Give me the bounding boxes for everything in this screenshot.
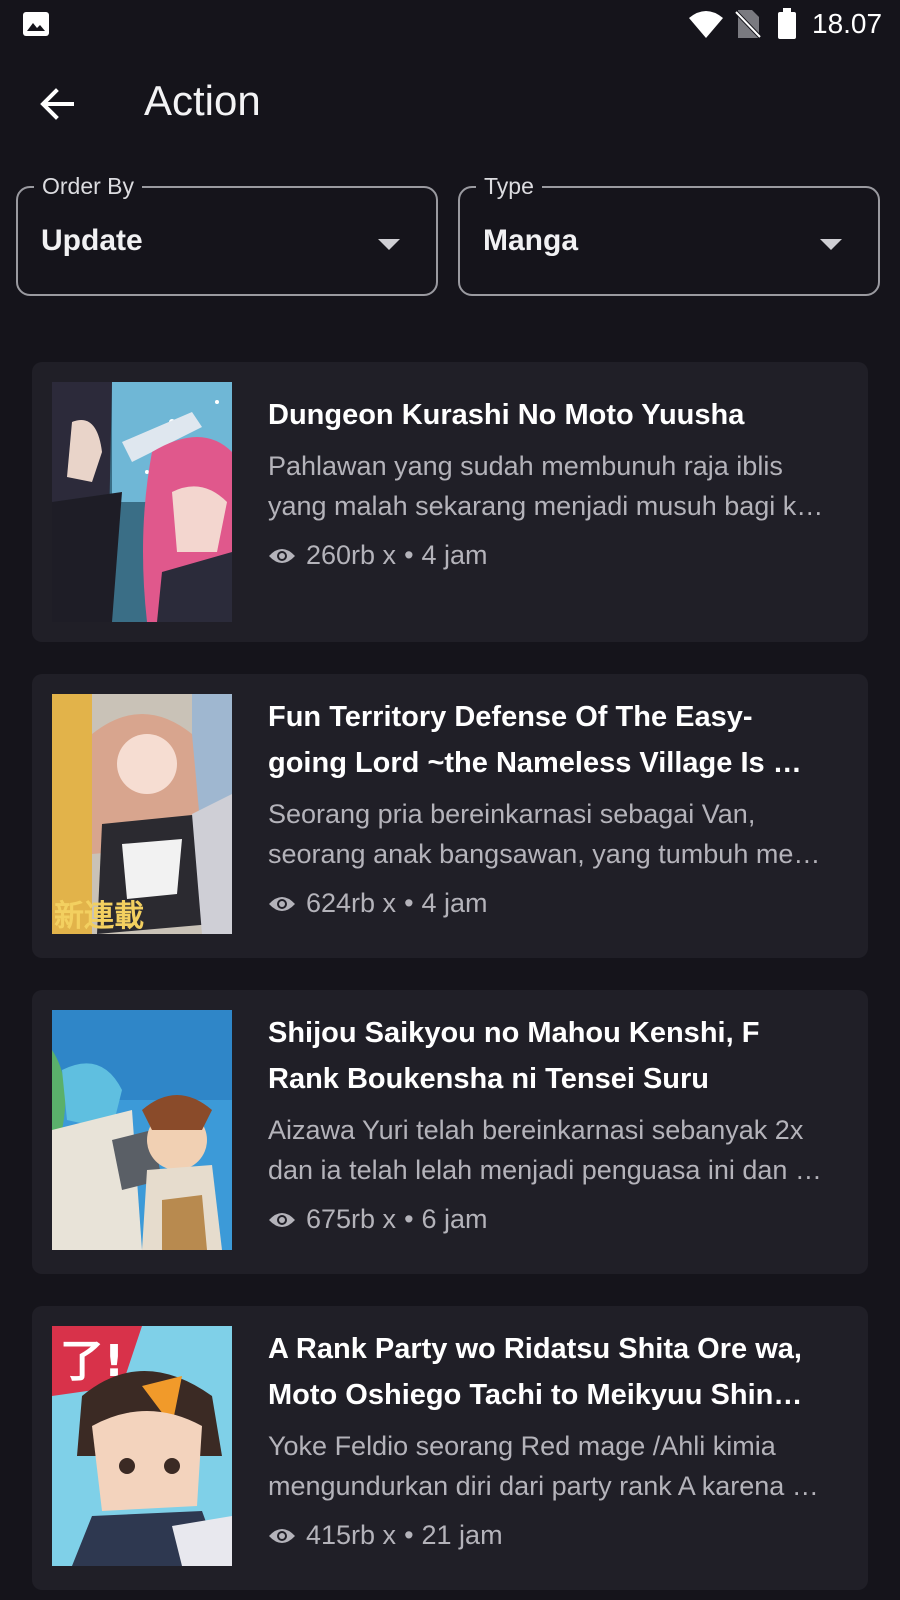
- list-item[interactable]: 新連載 Fun Territory Defense Of The Easy- g…: [32, 674, 868, 958]
- order-by-select[interactable]: Order By Update: [16, 173, 438, 296]
- item-title: Dungeon Kurashi No Moto Yuusha: [268, 399, 745, 431]
- updated-time: 21 jam: [421, 1520, 503, 1550]
- page-title: Action: [144, 77, 261, 124]
- arrow-left-icon: [38, 86, 74, 127]
- separator-dot: •: [404, 1204, 414, 1234]
- item-description: Seorang pria bereinkarnasi sebagai Van, …: [268, 799, 821, 869]
- back-button[interactable]: [28, 78, 84, 134]
- item-description: Aizawa Yuri telah bereinkarnasi sebanyak…: [268, 1115, 822, 1185]
- separator-dot: •: [404, 888, 414, 918]
- view-count: 260rb x: [306, 540, 397, 570]
- status-time: 18.07: [812, 8, 883, 39]
- wifi-icon: [688, 9, 724, 44]
- chevron-down-icon: [378, 239, 400, 250]
- chevron-down-icon: [820, 239, 842, 250]
- eye-icon: [268, 894, 296, 914]
- app-bar: Action: [0, 60, 900, 150]
- type-select[interactable]: Type Manga: [458, 173, 880, 296]
- list-item[interactable]: Dungeon Kurashi No Moto Yuusha Pahlawan …: [32, 362, 868, 642]
- item-meta: 624rb x • 4 jam: [268, 888, 852, 919]
- cover-image: 了!: [52, 1326, 232, 1566]
- type-label: Type: [476, 173, 542, 200]
- updated-time: 4 jam: [421, 888, 488, 918]
- order-by-label: Order By: [34, 173, 143, 200]
- no-sim-icon: [734, 9, 762, 44]
- item-meta: 260rb x • 4 jam: [268, 540, 852, 571]
- cover-image: [52, 1010, 232, 1250]
- item-description: Yoke Feldio seorang Red mage /Ahli kimia…: [268, 1431, 819, 1501]
- type-value: Manga: [483, 224, 579, 257]
- item-title: Shijou Saikyou no Mahou Kenshi, F Rank B…: [268, 1017, 760, 1095]
- status-bar: 18.07: [0, 0, 900, 50]
- order-by-value: Update: [41, 224, 143, 257]
- view-count: 415rb x: [306, 1520, 397, 1550]
- updated-time: 6 jam: [421, 1204, 488, 1234]
- separator-dot: •: [404, 1520, 414, 1550]
- battery-icon: [777, 8, 797, 45]
- updated-time: 4 jam: [421, 540, 488, 570]
- view-count: 675rb x: [306, 1204, 397, 1234]
- item-meta: 675rb x • 6 jam: [268, 1204, 852, 1235]
- list-item[interactable]: Shijou Saikyou no Mahou Kenshi, F Rank B…: [32, 990, 868, 1274]
- list-item[interactable]: 了! A Rank Party wo Ridatsu Shita Ore wa,…: [32, 1306, 868, 1590]
- item-description: Pahlawan yang sudah membunuh raja iblis …: [268, 451, 824, 521]
- eye-icon: [268, 1210, 296, 1230]
- item-meta: 415rb x • 21 jam: [268, 1520, 852, 1551]
- eye-icon: [268, 546, 296, 566]
- separator-dot: •: [404, 540, 414, 570]
- item-title: Fun Territory Defense Of The Easy- going…: [268, 701, 802, 779]
- cover-text: 新連載: [54, 899, 144, 934]
- view-count: 624rb x: [306, 888, 397, 918]
- cover-image: [52, 382, 232, 622]
- eye-icon: [268, 1526, 296, 1546]
- cover-image: 新連載: [52, 694, 232, 934]
- item-title: A Rank Party wo Ridatsu Shita Ore wa, Mo…: [268, 1333, 803, 1411]
- gallery-icon: [22, 11, 50, 42]
